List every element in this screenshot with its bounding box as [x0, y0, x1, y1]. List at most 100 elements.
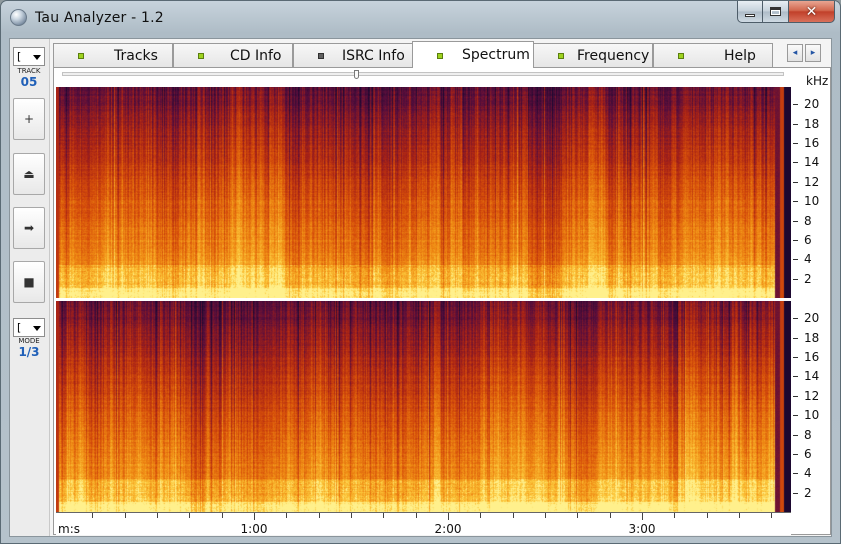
y-tick-label: 10 [804, 408, 820, 423]
y-tick [793, 337, 798, 339]
x-tick [642, 513, 643, 520]
stop-icon: ■ [23, 275, 35, 289]
spectrogram-channel-right[interactable] [56, 301, 791, 512]
tab-cd-info[interactable]: CD Info [173, 43, 293, 67]
chevron-down-icon [33, 55, 41, 60]
status-led-icon [678, 53, 684, 59]
y-tick [793, 318, 798, 320]
x-tick [480, 513, 482, 518]
y-tick-label: 20 [804, 97, 820, 112]
tab-label: CD Info [230, 48, 282, 64]
window-controls: ✕ [737, 1, 835, 23]
y-tick-label: 4 [804, 466, 812, 481]
x-tick-label: 2:00 [434, 522, 462, 536]
y-tick-label: 14 [804, 369, 820, 384]
x-tick [545, 513, 546, 518]
mode-select[interactable]: [ [13, 318, 45, 337]
tab-label: Tracks [114, 48, 158, 64]
time-axis: m:s 1:00 2:00 3:00 [56, 512, 791, 536]
y-tick [793, 453, 798, 455]
x-tick [771, 513, 773, 518]
y-tick [793, 473, 798, 475]
x-tick [318, 513, 320, 518]
y-tick-label: 14 [804, 155, 820, 170]
x-tick [254, 513, 255, 520]
tab-scroll-right-button[interactable]: ▸ [805, 44, 821, 62]
y-tick-label: 16 [804, 136, 820, 151]
x-tick [351, 513, 352, 518]
y-tick [793, 395, 798, 397]
time-axis-unit: m:s [58, 522, 80, 536]
arrow-right-icon: ➡ [23, 221, 35, 235]
track-label: TRACK [17, 67, 41, 75]
spectrogram-channel-left[interactable] [56, 87, 791, 298]
y-tick [793, 239, 798, 241]
track-select-value: [ [17, 50, 22, 63]
y-tick [793, 492, 798, 494]
y-tick-label: 8 [804, 213, 812, 228]
position-slider[interactable] [62, 70, 784, 79]
y-axis-unit: kHz [806, 74, 829, 88]
y-tick [793, 415, 798, 417]
x-tick [92, 513, 94, 518]
tab-isrc-info[interactable]: ISRC Info [293, 43, 413, 67]
minimize-icon [745, 14, 755, 17]
play-button[interactable]: ➡ [13, 207, 45, 249]
eject-button[interactable]: ⏏ [13, 153, 45, 195]
y-tick-label: 16 [804, 350, 820, 365]
maximize-icon [770, 7, 781, 16]
close-button[interactable]: ✕ [789, 1, 835, 23]
add-button[interactable]: + [13, 98, 45, 140]
frequency-axis-right: 20 18 16 14 12 10 8 6 4 2 [791, 301, 831, 512]
y-tick [793, 104, 798, 106]
x-tick [706, 513, 708, 518]
x-tick [157, 513, 158, 518]
tab-spectrum[interactable]: Spectrum [412, 41, 534, 68]
window-title: Tau Analyzer - 1.2 [35, 10, 164, 26]
y-tick [793, 434, 798, 436]
title-bar[interactable]: Tau Analyzer - 1.2 ✕ [1, 1, 840, 35]
chevron-down-icon [33, 326, 41, 331]
x-tick [124, 513, 126, 518]
track-select[interactable]: [ [13, 47, 45, 66]
plus-icon: + [23, 112, 35, 126]
y-tick-label: 20 [804, 311, 820, 326]
maximize-button[interactable] [763, 1, 789, 23]
tab-scroll-left-button[interactable]: ◂ [787, 44, 803, 62]
y-tick-label: 6 [804, 232, 812, 247]
y-tick [793, 162, 798, 164]
left-toolbar: [ TRACK 05 + ⏏ ➡ ■ [ MODE 1/3 [10, 39, 50, 536]
status-led-icon [198, 53, 204, 59]
client-area: [ TRACK 05 + ⏏ ➡ ■ [ MODE 1/3 Tracks CD … [9, 38, 832, 537]
y-tick-label: 2 [804, 271, 812, 286]
y-tick [793, 201, 798, 203]
x-tick [221, 513, 223, 518]
x-tick [674, 513, 676, 518]
stop-button[interactable]: ■ [13, 261, 45, 303]
tab-label: Spectrum [462, 47, 530, 63]
chevron-left-icon: ◂ [792, 48, 798, 58]
x-tick [189, 513, 191, 518]
mode-label: MODE [18, 337, 40, 345]
x-tick-label: 3:00 [628, 522, 656, 536]
y-tick [793, 220, 798, 222]
x-tick [739, 513, 740, 518]
app-window: Tau Analyzer - 1.2 ✕ [ TRACK 05 + ⏏ ➡ ■ … [0, 0, 841, 544]
spectrum-panel: kHz 20 18 16 14 12 10 8 6 4 2 20 18 16 14 12 10 8 6 4 2 m:… [53, 67, 831, 536]
y-tick-label: 6 [804, 446, 812, 461]
status-led-icon [318, 53, 324, 59]
frequency-axis-left: 20 18 16 14 12 10 8 6 4 2 [791, 87, 831, 298]
tab-frequency[interactable]: Frequency [533, 43, 653, 67]
position-slider-thumb[interactable] [354, 70, 359, 79]
tab-tracks[interactable]: Tracks [53, 43, 173, 67]
minimize-button[interactable] [737, 1, 763, 23]
y-tick-label: 12 [804, 174, 820, 189]
y-tick [793, 259, 798, 261]
y-tick [793, 376, 798, 378]
x-tick [383, 513, 385, 518]
x-tick-label: 1:00 [240, 522, 268, 536]
x-tick [286, 513, 288, 518]
y-tick-label: 12 [804, 388, 820, 403]
close-icon: ✕ [805, 3, 818, 20]
tab-help[interactable]: Help [653, 43, 773, 67]
